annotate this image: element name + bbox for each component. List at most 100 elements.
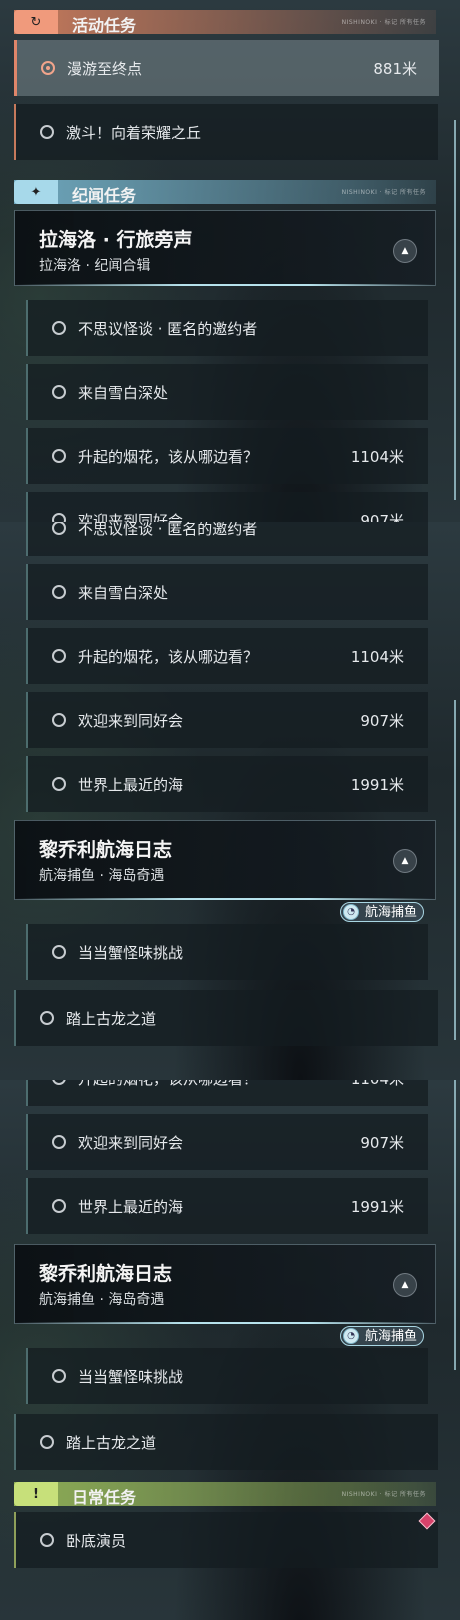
quest-group-card-liqiaoli[interactable]: 黎乔利航海日志 航海捕鱼 · 海岛奇遇 ▲ [14,1244,436,1324]
quest-name: 漫游至终点 [67,60,143,78]
quest-row[interactable]: 世界上最近的海 1991米 [26,1178,428,1234]
section-header-daily[interactable]: ! 日常任务 NISHINOKI · 标记 所有任务 [14,1482,436,1507]
quest-name: 不思议怪谈 · 匿名的邀约者 [78,320,258,338]
quest-name: 激斗！向着荣耀之丘 [66,124,202,142]
alert-icon: ! [14,1482,58,1506]
radio-icon [52,522,66,535]
quest-row[interactable]: 升起的烟花，该从哪边看？ 1104米 [26,1080,428,1106]
tag-label: 航海捕鱼 [365,905,418,920]
quest-distance: 1991米 [350,776,404,794]
quest-distance: 881米 [373,60,417,78]
quest-name: 来自雪白深处 [78,584,169,602]
quest-row[interactable]: 当当蟹怪味挑战 [26,1348,428,1404]
quest-name: 欢迎来到同好会 [78,512,184,522]
section-header-chronicle[interactable]: ✦ 纪闻任务 NISHINOKI · 标记 所有任务 [14,180,436,205]
card-title: 拉海洛 · 行旅旁声 [39,229,193,251]
quest-name: 踏上古龙之道 [66,1010,157,1028]
fishing-icon: ◔ [343,1328,359,1344]
header-decoration: NISHINOKI · 标记 所有任务 [341,1491,426,1498]
quest-distance: 907米 [360,512,404,522]
quest-distance: 1104米 [351,1080,404,1089]
header-decoration: NISHINOKI · 标记 所有任务 [341,19,426,26]
header-decoration: NISHINOKI · 标记 所有任务 [341,189,426,196]
quest-row[interactable]: 来自雪白深处 [26,564,428,620]
quest-row[interactable]: 卧底演员 [14,1512,438,1568]
radio-icon [52,1199,66,1213]
quest-name: 不思议怪谈 · 匿名的邀约者 [78,522,258,538]
quest-panel-1: ↻ 活动任务 NISHINOKI · 标记 所有任务 漫游至终点 881米 激斗… [0,0,460,522]
quest-row[interactable]: 激斗！向着荣耀之丘 [14,104,438,160]
scrollbar[interactable] [454,120,456,500]
scrollbar[interactable] [454,1080,456,1370]
tag-label: 航海捕鱼 [365,1329,418,1344]
quest-name: 世界上最近的海 [78,776,184,794]
card-subtitle: 拉海洛 · 纪闻合辑 [39,258,151,274]
radio-icon [40,125,54,139]
section-header-activity[interactable]: ↻ 活动任务 NISHINOKI · 标记 所有任务 [14,10,436,35]
quest-row-active[interactable]: 漫游至终点 881米 [14,40,439,96]
radio-icon [52,1369,66,1383]
radio-icon [40,1011,54,1025]
quest-row[interactable]: 欢迎来到同好会 907米 [26,492,428,522]
radio-icon [52,585,66,599]
quest-name: 当当蟹怪味挑战 [78,1368,184,1386]
quest-name: 世界上最近的海 [78,1198,184,1216]
radio-icon [40,1435,54,1449]
quest-name: 欢迎来到同好会 [78,1134,184,1152]
quest-distance: 1104米 [350,448,404,466]
quest-distance: 1991米 [350,1198,404,1216]
quest-name: 欢迎来到同好会 [78,712,184,730]
quest-name: 来自雪白深处 [78,384,169,402]
radio-icon [52,1080,66,1085]
quest-name: 卧底演员 [66,1532,127,1550]
quest-name: 踏上古龙之道 [66,1434,157,1452]
section-title: 活动任务 [72,16,137,35]
quest-distance: 1104米 [350,648,404,666]
sparkle-icon: ✦ [14,180,58,204]
quest-row[interactable]: 升起的烟花，该从哪边看？ 1104米 [26,628,428,684]
radio-icon [52,1135,66,1149]
quest-group-card-liqiaoli[interactable]: 黎乔利航海日志 航海捕鱼 · 海岛奇遇 ▲ [14,820,436,900]
quest-distance: 907米 [360,712,404,730]
radio-icon [52,777,66,791]
radio-icon [52,945,66,959]
quest-row[interactable]: 欢迎来到同好会 907米 [26,692,428,748]
quest-row[interactable]: 踏上古龙之道 [14,990,438,1046]
quest-row[interactable]: 升起的烟花，该从哪边看？ 1104米 [26,428,428,484]
quest-row[interactable]: 踏上古龙之道 [14,1414,438,1470]
collapse-button[interactable]: ▲ [393,239,417,263]
radio-icon [52,513,66,522]
selected-radio-icon [41,61,55,75]
radio-icon [52,321,66,335]
collapse-button[interactable]: ▲ [393,1273,417,1297]
radio-icon [52,449,66,463]
radio-icon [52,649,66,663]
quest-row[interactable]: 来自雪白深处 [26,364,428,420]
quest-row[interactable]: 不思议怪谈 · 匿名的邀约者 [26,522,428,556]
card-title: 黎乔利航海日志 [39,839,173,861]
card-title: 黎乔利航海日志 [39,1263,173,1285]
quest-name: 升起的烟花，该从哪边看？ [78,1080,258,1089]
collapse-button[interactable]: ▲ [393,849,417,873]
quest-row[interactable]: 不思议怪谈 · 匿名的邀约者 [26,300,428,356]
scrollbar[interactable] [454,700,456,1040]
card-subtitle: 航海捕鱼 · 海岛奇遇 [39,1292,165,1308]
category-tag: ◔ 航海捕鱼 [340,902,425,922]
quest-name: 当当蟹怪味挑战 [78,944,184,962]
radio-icon [52,713,66,727]
quest-panel-2: 不思议怪谈 · 匿名的邀约者 来自雪白深处 升起的烟花，该从哪边看？ 1104米… [0,522,460,1080]
card-glow [15,1322,435,1324]
quest-group-card-lahailuo[interactable]: 拉海洛 · 行旅旁声 拉海洛 · 纪闻合辑 ▲ [14,210,436,286]
section-title: 纪闻任务 [72,186,137,205]
radio-icon [52,385,66,399]
quest-panel-3: 升起的烟花，该从哪边看？ 1104米 欢迎来到同好会 907米 世界上最近的海 … [0,1080,460,1620]
quest-row[interactable]: 欢迎来到同好会 907米 [26,1114,428,1170]
quest-row[interactable]: 世界上最近的海 1991米 [26,756,428,812]
quest-name: 升起的烟花，该从哪边看？ [78,448,259,466]
card-subtitle: 航海捕鱼 · 海岛奇遇 [39,868,165,884]
quest-distance: 907米 [360,1134,404,1152]
circle-arrow-icon: ↻ [14,10,58,34]
category-tag: ◔ 航海捕鱼 [340,1326,425,1346]
quest-row[interactable]: 当当蟹怪味挑战 [26,924,428,980]
fishing-icon: ◔ [343,904,359,920]
